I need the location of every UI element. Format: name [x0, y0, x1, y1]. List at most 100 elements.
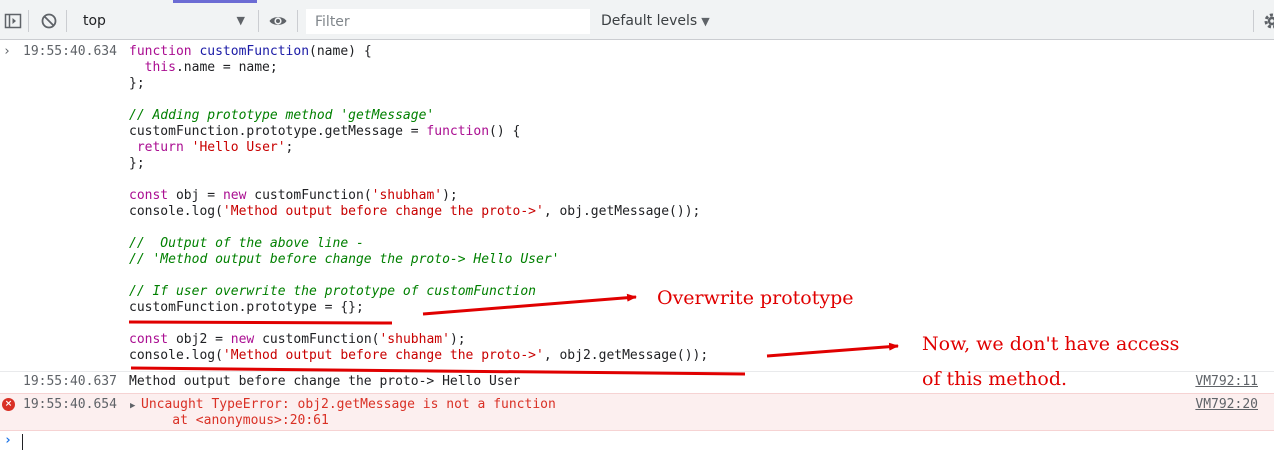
code-token: , obj.getMessage()); [543, 204, 701, 219]
code-line: function customFunction(name) { [129, 44, 708, 60]
source-link[interactable]: VM792:20 [1195, 397, 1258, 413]
code-token: // Output of the above line - [129, 236, 364, 251]
code-token: function [426, 124, 490, 139]
code-token: customFunction( [254, 332, 380, 347]
code-line: }; [129, 156, 708, 172]
code-token: customFunction.prototype = {}; [129, 300, 364, 315]
code-token: 'Method output before change the proto->… [222, 348, 544, 363]
console-input-entry: › 19:55:40.634 function customFunction(n… [0, 44, 1274, 370]
filter-input[interactable] [307, 10, 585, 33]
code-token: customFunction [199, 44, 310, 59]
code-line: return 'Hello User'; [129, 140, 708, 156]
code-token: 'Method output before change the proto->… [222, 204, 544, 219]
code-line: customFunction.prototype.getMessage = fu… [129, 124, 708, 140]
annotation-no-access-line2: of this method. [922, 368, 1068, 390]
code-line: const obj2 = new customFunction('shubham… [129, 332, 708, 348]
code-line: console.log('Method output before change… [129, 204, 708, 220]
log-levels-dropdown[interactable]: Default levels ▼ [601, 10, 710, 32]
code-token: ; [285, 140, 294, 155]
error-message: Uncaught TypeError: obj2.getMessage is n… [141, 397, 556, 412]
chevron-down-icon: ▼ [701, 15, 710, 28]
code-token: 'shubham' [379, 332, 450, 347]
code-token: new [222, 188, 247, 203]
toolbar-divider [297, 10, 298, 32]
code-token: 'Hello User' [191, 140, 286, 155]
code-token: }; [129, 156, 145, 171]
code-line: customFunction.prototype = {}; [129, 300, 708, 316]
code-token: // Adding prototype method 'getMessage' [129, 108, 435, 123]
log-message: Method output before change the proto-> … [129, 374, 521, 389]
console-error-entry: × 19:55:40.654 ▶ Uncaught TypeError: obj… [0, 393, 1274, 431]
active-tab-indicator [173, 0, 257, 3]
toolbar-divider [258, 10, 259, 32]
sidebar-toggle-icon[interactable] [3, 11, 23, 31]
annotation-no-access-line1: Now, we don't have access [922, 333, 1180, 355]
code-block: function customFunction(name) { this.nam… [129, 44, 708, 364]
code-token: console.log( [129, 348, 223, 363]
toolbar-divider [66, 10, 67, 32]
expand-triangle-icon[interactable]: ▶ [130, 398, 135, 414]
context-value: top [83, 13, 106, 29]
code-token: customFunction( [246, 188, 372, 203]
annotation-overwrite: Overwrite prototype [657, 287, 854, 309]
code-token: return [136, 140, 184, 155]
timestamp: 19:55:40.637 [23, 374, 117, 389]
code-token: (name) { [309, 44, 372, 59]
settings-gear-icon[interactable] [1262, 11, 1274, 31]
context-selector[interactable]: top ▼ [75, 7, 251, 35]
code-token: const [129, 332, 169, 347]
code-token: console.log( [129, 204, 223, 219]
console-toolbar: top ▼ Default levels▼ [0, 0, 1274, 40]
code-line: console.log('Method output before change… [129, 348, 708, 364]
code-token: () { [489, 124, 521, 139]
code-token: this [144, 60, 176, 75]
chevron-down-icon: ▼ [236, 14, 245, 27]
source-link[interactable]: VM792:11 [1195, 374, 1258, 390]
code-token: function [129, 44, 192, 59]
code-token: // If user overwrite the prototype of cu… [129, 284, 536, 299]
console-log-entry: 19:55:40.637 Method output before change… [0, 371, 1274, 393]
code-token: }; [129, 76, 145, 91]
console-messages: › 19:55:40.634 function customFunction(n… [0, 40, 1274, 457]
code-token: ); [442, 188, 458, 203]
code-token: obj2 = [168, 332, 231, 347]
console-prompt[interactable]: › [0, 433, 1274, 455]
eye-icon[interactable] [268, 11, 288, 31]
timestamp: 19:55:40.634 [23, 44, 117, 59]
code-line: // If user overwrite the prototype of cu… [129, 284, 708, 300]
code-line: // 'Method output before change the prot… [129, 252, 708, 268]
code-token: customFunction.prototype.getMessage = [129, 124, 427, 139]
clear-console-icon[interactable] [39, 11, 59, 31]
chevron-right-icon: › [3, 44, 11, 59]
code-line: // Adding prototype method 'getMessage' [129, 108, 708, 124]
filter-field[interactable] [306, 9, 590, 34]
code-token: ); [449, 332, 466, 347]
code-token: const [129, 188, 169, 203]
timestamp: 19:55:40.654 [23, 397, 117, 412]
error-icon: × [2, 398, 15, 411]
code-line: this.name = name; [129, 60, 708, 76]
code-token: obj = [168, 188, 223, 203]
code-line: // Output of the above line - [129, 236, 708, 252]
text-caret [22, 434, 23, 450]
code-token: .name = name; [175, 60, 278, 75]
prompt-chevron-icon: › [4, 433, 12, 448]
log-levels-label: Default levels [601, 13, 698, 29]
code-line: const obj = new customFunction('shubham'… [129, 188, 708, 204]
code-token: , obj2.getMessage()); [543, 348, 709, 363]
code-token: new [230, 332, 255, 347]
code-token: 'shubham' [371, 188, 443, 203]
code-token: // 'Method output before change the prot… [129, 252, 560, 267]
toolbar-divider [1253, 10, 1254, 32]
toolbar-divider [28, 10, 29, 32]
error-stack-line: at <anonymous>:20:61 [141, 413, 329, 428]
code-line: }; [129, 76, 708, 92]
